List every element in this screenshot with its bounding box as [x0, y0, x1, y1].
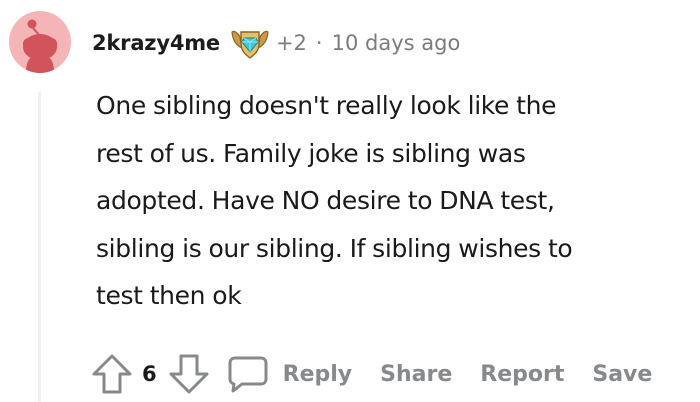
meta-separator: ·: [315, 31, 323, 55]
reply-button[interactable]: Reply: [227, 354, 353, 394]
share-button[interactable]: Share: [380, 362, 452, 387]
downvote-arrow-icon: [169, 354, 209, 394]
comment-body-line: One sibling doesn't really look like the: [96, 91, 557, 120]
upvote-arrow-icon: [92, 354, 132, 394]
snoo-avatar-icon: [23, 19, 57, 73]
save-button[interactable]: Save: [592, 362, 652, 387]
report-button[interactable]: Report: [480, 362, 564, 387]
comment-timestamp[interactable]: 10 days ago: [332, 31, 461, 55]
comment: 2krazy4me +2 · 10 days ago One sibling d…: [0, 0, 700, 402]
comment-body-line: sibling is our sibling. If sibling wishe…: [96, 233, 573, 263]
upvote-button[interactable]: [90, 352, 134, 396]
downvote-button[interactable]: [167, 352, 211, 396]
comment-body-line: adopted. Have NO desire to DNA test,: [96, 186, 555, 215]
vote-count: 6: [142, 362, 157, 386]
comment-body: One sibling doesn't really look like the…: [96, 82, 700, 320]
user-avatar[interactable]: [9, 11, 71, 73]
comment-body-line: rest of us. Family joke is sibling was: [96, 138, 526, 168]
comment-header: 2krazy4me +2 · 10 days ago: [92, 26, 460, 60]
username[interactable]: 2krazy4me: [92, 31, 220, 55]
thread-line[interactable]: [38, 92, 41, 402]
speech-bubble-icon: [228, 356, 268, 393]
award-count: +2: [275, 31, 307, 55]
comment-actions: 6 Reply Share Report Save: [90, 350, 652, 398]
award-badge-icon[interactable]: [230, 26, 270, 60]
reply-label: Reply: [282, 361, 353, 387]
comment-body-line: test then ok: [96, 281, 242, 310]
